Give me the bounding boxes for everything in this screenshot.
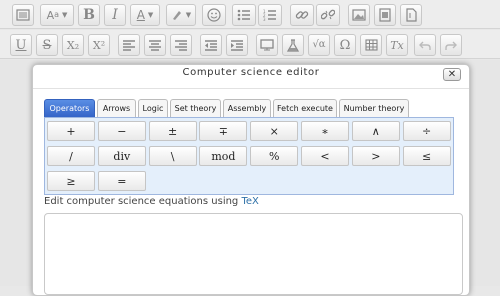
key-mod[interactable]: mod xyxy=(199,146,248,166)
outdent-icon[interactable] xyxy=(200,34,222,56)
emoticon-icon[interactable] xyxy=(202,4,226,26)
key-greater-than[interactable]: > xyxy=(351,146,400,166)
help-text: Edit computer science equations using Te… xyxy=(44,196,259,207)
close-icon[interactable]: ✕ xyxy=(443,68,461,81)
media-icon[interactable] xyxy=(374,4,396,26)
key-percent[interactable]: % xyxy=(250,146,299,166)
key-plus[interactable]: + xyxy=(47,121,95,141)
svg-text:3: 3 xyxy=(263,17,266,21)
tex-help-link[interactable]: TeX xyxy=(241,196,258,207)
key-greater-equal[interactable]: ≥ xyxy=(47,171,95,191)
undo-icon[interactable] xyxy=(414,34,436,56)
key-plus-minus[interactable]: ± xyxy=(148,121,197,141)
unlink-icon[interactable] xyxy=(316,4,340,26)
dialog-title: Computer science editor xyxy=(182,67,320,78)
tab-logic[interactable]: Logic xyxy=(138,99,168,117)
chemistry-icon[interactable] xyxy=(282,34,304,56)
tab-arrows[interactable]: Arrows xyxy=(97,99,136,117)
dialog-title-divider xyxy=(33,88,469,89)
key-times[interactable]: × xyxy=(250,121,299,141)
tab-assembly[interactable]: Assembly xyxy=(223,99,271,117)
special-character-icon[interactable]: Ω xyxy=(334,34,356,56)
highlight-icon[interactable]: ▼ xyxy=(166,4,196,26)
key-backslash[interactable]: \ xyxy=(148,146,197,166)
key-divide[interactable]: ÷ xyxy=(402,121,451,141)
redo-icon[interactable] xyxy=(440,34,462,56)
key-less-equal[interactable]: ≤ xyxy=(402,146,451,166)
equation-input[interactable] xyxy=(44,213,463,295)
file-icon[interactable] xyxy=(400,4,422,26)
font-family-icon[interactable]: Aa ▼ xyxy=(40,4,74,26)
strikethrough-icon[interactable]: S xyxy=(36,34,58,56)
italic-icon[interactable]: I xyxy=(104,4,126,26)
table-icon[interactable] xyxy=(360,34,382,56)
equation-icon[interactable]: √α xyxy=(308,34,330,56)
key-minus-plus[interactable]: ∓ xyxy=(199,121,248,141)
computer-science-editor-dialog: Computer science editor ✕ Operators Arro… xyxy=(32,64,470,296)
key-minus[interactable]: − xyxy=(97,121,146,141)
superscript-icon[interactable]: X² xyxy=(88,34,110,56)
bullet-list-icon[interactable] xyxy=(232,4,256,26)
subscript-icon[interactable]: X₂ xyxy=(62,34,84,56)
key-logical-and[interactable]: ∧ xyxy=(351,121,400,141)
tab-set-theory[interactable]: Set theory xyxy=(170,99,221,117)
key-less-than[interactable]: < xyxy=(301,146,349,166)
key-div[interactable]: div xyxy=(97,146,146,166)
tab-fetch-execute[interactable]: Fetch execute xyxy=(273,99,337,117)
key-asterisk[interactable]: ∗ xyxy=(301,121,349,141)
align-left-icon[interactable] xyxy=(118,34,140,56)
editor-toolbar-row-2: U S X₂ X² √α Ω Tx xyxy=(0,30,500,59)
screen-icon[interactable] xyxy=(256,34,278,56)
image-icon[interactable] xyxy=(348,4,370,26)
indent-icon[interactable] xyxy=(226,34,248,56)
font-color-icon[interactable]: A ▼ xyxy=(130,4,160,26)
key-equals[interactable]: = xyxy=(97,171,146,191)
underline-icon[interactable]: U xyxy=(10,34,32,56)
editor-toolbar-row-1: Aa ▼ B I A ▼ ▼ 123 xyxy=(0,0,500,29)
bold-icon[interactable]: B xyxy=(78,4,100,26)
help-text-label: Edit computer science equations using xyxy=(44,196,242,207)
numbered-list-icon[interactable]: 123 xyxy=(258,4,282,26)
tab-operators[interactable]: Operators xyxy=(44,99,95,117)
key-slash[interactable]: / xyxy=(47,146,95,166)
tab-number-theory[interactable]: Number theory xyxy=(339,99,409,117)
clear-formatting-icon[interactable]: Tx xyxy=(386,34,408,56)
align-center-icon[interactable] xyxy=(144,34,166,56)
toolbar-toggle-icon[interactable] xyxy=(12,4,34,26)
operators-panel: + − ± ∓ × ∗ ∧ ÷ / div \ mod% < > ≤ ≥ = xyxy=(44,117,454,195)
link-icon[interactable] xyxy=(290,4,314,26)
align-right-icon[interactable] xyxy=(170,34,192,56)
